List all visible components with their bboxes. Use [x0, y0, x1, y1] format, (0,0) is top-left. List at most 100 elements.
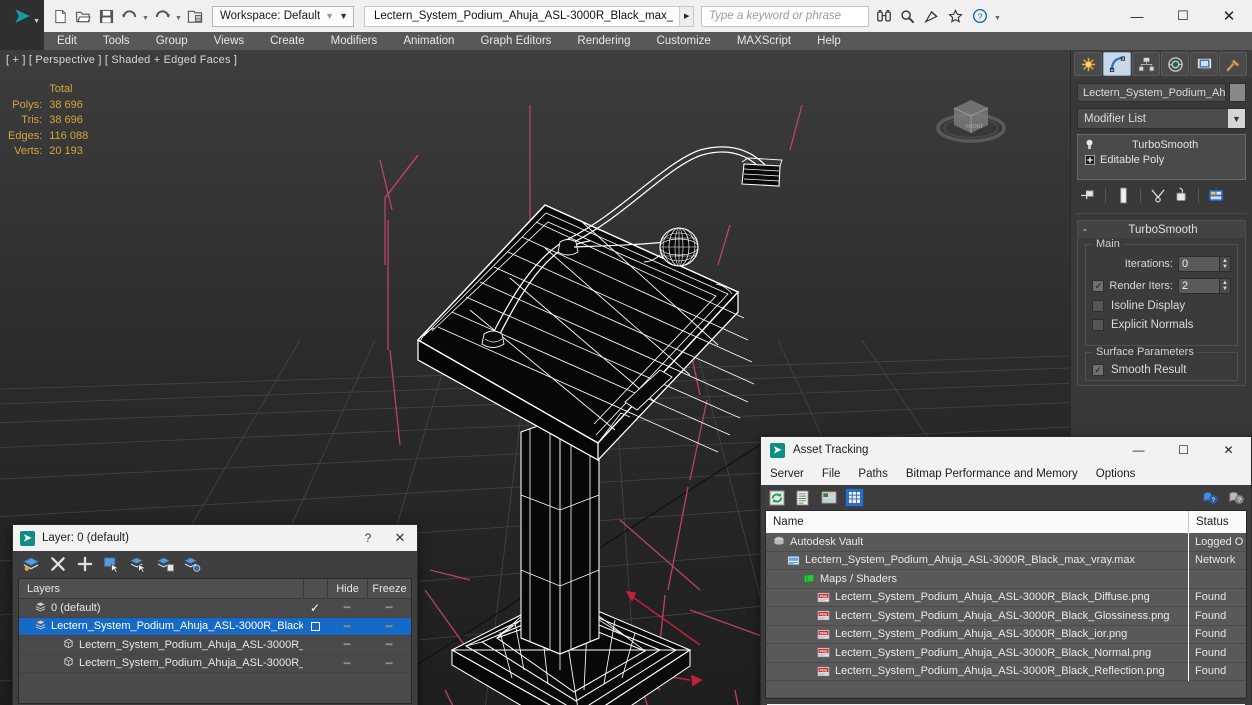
- rollout-header[interactable]: - TurboSmooth: [1078, 221, 1245, 238]
- layer-row-freeze[interactable]: ━: [367, 657, 411, 670]
- layer-dialog-close-button[interactable]: ✕: [383, 530, 417, 546]
- select-highlighted-icon[interactable]: [129, 555, 148, 574]
- layer-hide-checkbox[interactable]: [310, 621, 320, 631]
- remove-modifier-icon[interactable]: [1170, 185, 1192, 205]
- help-dropdown-icon[interactable]: ▼: [993, 4, 1002, 28]
- asset-row[interactable]: Maps / Shaders: [766, 569, 1246, 589]
- explicit-normals-checkbox[interactable]: [1092, 319, 1104, 331]
- menu-item-edit[interactable]: Edit: [44, 32, 90, 50]
- object-name-field[interactable]: Lectern_System_Podium_Ahuja: [1077, 83, 1226, 102]
- layer-row[interactable]: Lectern_System_Podium_Ahuja_ASL-3000R_Bl…: [19, 636, 411, 655]
- asset-row[interactable]: PNG Lectern_System_Podium_Ahuja_ASL-3000R…: [766, 643, 1246, 663]
- asset-row[interactable]: PNG Lectern_System_Podium_Ahuja_ASL-3000R…: [766, 606, 1246, 626]
- layer-row-hide[interactable]: ━: [327, 601, 367, 614]
- menu-item-rendering[interactable]: Rendering: [564, 32, 643, 50]
- smooth-result-checkbox[interactable]: ✓: [1092, 364, 1104, 376]
- workspace-selector[interactable]: Workspace: Default ▼ ▼: [212, 5, 354, 27]
- satellite-icon[interactable]: [921, 4, 943, 28]
- path-view-icon[interactable]: [819, 488, 838, 507]
- asset-maximize-button[interactable]: ☐: [1161, 437, 1206, 463]
- delete-layer-icon[interactable]: [48, 555, 67, 574]
- view-cube[interactable]: FRONT: [930, 78, 1012, 152]
- create-tab[interactable]: [1074, 52, 1102, 76]
- redo-dropdown-icon[interactable]: ▼: [174, 4, 183, 28]
- star-icon[interactable]: [945, 4, 967, 28]
- menu-item-views[interactable]: Views: [201, 32, 257, 50]
- object-color-swatch[interactable]: [1229, 83, 1246, 102]
- modifier-stack-item-turbosmooth[interactable]: TurboSmooth: [1080, 137, 1243, 152]
- modifier-stack-item-editablepoly[interactable]: Editable Poly: [1080, 152, 1243, 167]
- asset-row[interactable]: PNG Lectern_System_Podium_Ahuja_ASL-3000R…: [766, 662, 1246, 681]
- undo-icon[interactable]: [118, 4, 140, 28]
- asset-row[interactable]: Autodesk Vault Logged O: [766, 532, 1246, 552]
- layer-dialog-help-button[interactable]: ?: [353, 531, 383, 545]
- utilities-tab[interactable]: [1219, 52, 1247, 76]
- spinner-arrows-icon[interactable]: ▲ ▼: [1220, 256, 1231, 272]
- help-new-icon[interactable]: ?: [1200, 488, 1219, 507]
- layer-row-freeze[interactable]: ━: [367, 620, 411, 633]
- asset-menu-bitmap-performance-and-memory[interactable]: Bitmap Performance and Memory: [906, 468, 1096, 480]
- undo-dropdown-icon[interactable]: ▼: [141, 4, 150, 28]
- configure-sets-icon[interactable]: [1205, 185, 1227, 205]
- smooth-result-row[interactable]: ✓ Smooth Result: [1092, 364, 1231, 376]
- layer-row-hide[interactable]: ━: [327, 620, 367, 633]
- layer-row[interactable]: 0 (default) ✓ ━ ━: [19, 599, 411, 618]
- asset-menu-server[interactable]: Server: [770, 468, 822, 480]
- plus-box-icon[interactable]: [1084, 154, 1095, 165]
- app-menu-caret-icon[interactable]: ▼: [33, 18, 40, 25]
- menu-item-modifiers[interactable]: Modifiers: [318, 32, 391, 50]
- explicit-normals-row[interactable]: Explicit Normals: [1092, 319, 1231, 331]
- render-iters-checkbox[interactable]: ✓: [1092, 280, 1105, 292]
- chevron-down-icon[interactable]: ▼: [1228, 109, 1245, 128]
- set-current-icon[interactable]: [183, 555, 202, 574]
- save-icon[interactable]: [95, 4, 117, 28]
- isoline-display-row[interactable]: Isoline Display: [1092, 300, 1231, 312]
- app-logo[interactable]: ➤ ▼: [0, 0, 44, 32]
- set-project-folder-icon[interactable]: [184, 4, 206, 28]
- layer-row-freeze[interactable]: ━: [367, 601, 411, 614]
- menu-item-help[interactable]: Help: [804, 32, 854, 50]
- refresh-icon[interactable]: [767, 488, 786, 507]
- render-iters-spinner[interactable]: ▲▼: [1178, 278, 1231, 294]
- iterations-spinner[interactable]: ▲▼: [1178, 256, 1231, 272]
- viewport-label[interactable]: [ + ] [ Perspective ] [ Shaded + Edged F…: [6, 54, 237, 66]
- minimize-button[interactable]: —: [1114, 0, 1160, 32]
- modifier-stack[interactable]: TurboSmooth Editable Poly: [1077, 134, 1246, 180]
- rollout-collapse-icon[interactable]: -: [1083, 224, 1095, 236]
- asset-row[interactable]: Lectern_System_Podium_Ahuja_ASL-3000R_Bl…: [766, 551, 1246, 570]
- show-end-result-icon[interactable]: [1112, 185, 1134, 205]
- asset-row[interactable]: PNG Lectern_System_Podium_Ahuja_ASL-3000R…: [766, 588, 1246, 607]
- binoculars-icon[interactable]: [873, 4, 895, 28]
- spinner-arrows-icon[interactable]: ▲ ▼: [1220, 278, 1231, 294]
- menu-item-tools[interactable]: Tools: [90, 32, 143, 50]
- add-selection-icon[interactable]: [156, 555, 175, 574]
- menu-item-group[interactable]: Group: [143, 32, 201, 50]
- close-button[interactable]: ✕: [1206, 0, 1252, 32]
- menu-item-create[interactable]: Create: [257, 32, 318, 50]
- asset-tracking-dialog[interactable]: ➤ Asset Tracking — ☐ ✕ Server File Paths Bi…: [760, 436, 1252, 705]
- new-icon[interactable]: [49, 4, 71, 28]
- search-input[interactable]: Type a keyword or phrase: [700, 5, 869, 27]
- layer-dialog[interactable]: ➤ Layer: 0 (default) ? ✕ Layers Hide Fre…: [12, 524, 418, 705]
- asset-menu-file[interactable]: File: [822, 468, 859, 480]
- asset-menu-options[interactable]: Options: [1096, 468, 1154, 480]
- asset-close-button[interactable]: ✕: [1206, 437, 1251, 463]
- display-tab[interactable]: [1190, 52, 1218, 76]
- asset-row[interactable]: PNG Lectern_System_Podium_Ahuja_ASL-3000R…: [766, 625, 1246, 644]
- magnifier-icon[interactable]: [897, 4, 919, 28]
- modify-tab[interactable]: [1103, 52, 1131, 76]
- pin-stack-icon[interactable]: [1077, 185, 1099, 205]
- file-name-dropdown-icon[interactable]: ▶: [679, 6, 693, 26]
- open-icon[interactable]: [72, 4, 94, 28]
- file-name-field[interactable]: Lectern_System_Podium_Ahuja_ASL-3000R_Bl…: [363, 5, 694, 27]
- new-layer-icon[interactable]: [21, 555, 40, 574]
- grid-view-icon[interactable]: [845, 488, 864, 507]
- modifier-list-dropdown[interactable]: Modifier List ▼: [1077, 108, 1246, 129]
- layer-row[interactable]: Lectern_System_Podium_Ahuja_ASL-3000R_Bl…: [19, 617, 411, 636]
- layer-row-freeze[interactable]: ━: [367, 638, 411, 651]
- add-layer-icon[interactable]: [75, 555, 94, 574]
- isoline-display-checkbox[interactable]: [1092, 300, 1104, 312]
- menu-item-animation[interactable]: Animation: [390, 32, 467, 50]
- layer-row-hide[interactable]: ━: [327, 638, 367, 651]
- make-unique-icon[interactable]: [1147, 185, 1169, 205]
